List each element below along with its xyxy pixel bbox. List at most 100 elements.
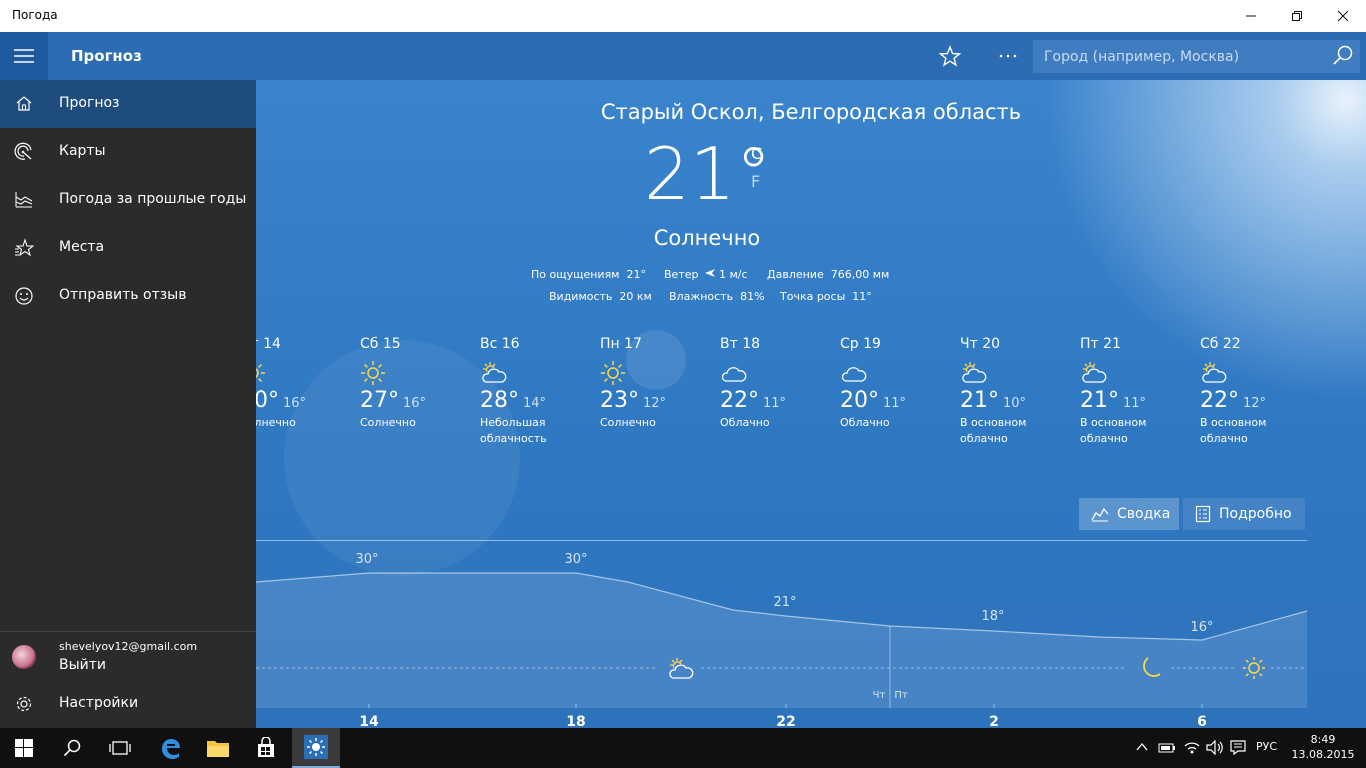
search-button[interactable] [48, 728, 96, 768]
action-center-icon[interactable] [1230, 740, 1246, 755]
nav-item-settings[interactable]: Настройки [0, 680, 256, 728]
location-name: Старый Оскол, Белгородская область [600, 100, 1022, 124]
sun-icon [601, 361, 625, 385]
visibility: Видимость 20 км [549, 290, 652, 303]
close-button[interactable] [1320, 0, 1366, 32]
chart-temp-label: 30° [564, 552, 587, 567]
nav-item-feedback[interactable]: Отправить отзыв [0, 272, 256, 320]
forecast-day[interactable]: Пт 21 21° 11° В основном облачно [1080, 336, 1190, 447]
cloud-icon [721, 367, 747, 382]
temperature-area [256, 573, 1307, 708]
forecast-day[interactable]: Сб 22 22° 12° В основном облачно [1200, 336, 1310, 447]
dew-point-value: 11° [852, 290, 872, 303]
forecast-day[interactable]: Вт 18 22° 11° Облачно [720, 336, 830, 431]
forecast-condition: В основном облачно [1200, 416, 1267, 445]
forecast-day[interactable]: Чт 20 21° 10° В основном облачно [960, 336, 1070, 447]
edge-taskbar-button[interactable] [146, 728, 194, 768]
page-title: Прогноз [71, 47, 142, 65]
hamburger-button[interactable] [0, 32, 48, 80]
chart-icon [1091, 507, 1109, 522]
feels-like-label: По ощущениям [531, 268, 620, 281]
forecast-condition: Небольшая облачность [480, 416, 547, 445]
minimize-icon [1246, 15, 1256, 17]
day-split-label: Пт [894, 690, 908, 701]
add-favorite-button[interactable] [930, 40, 970, 72]
restore-button[interactable] [1274, 0, 1320, 32]
humidity: Влажность 81% [669, 290, 765, 303]
unit-celsius[interactable]: C [751, 144, 762, 163]
sun-icon [361, 361, 385, 385]
forecast-high: 27° [360, 388, 399, 413]
more-icon [999, 54, 1017, 58]
feels-like: По ощущениям 21° [531, 268, 646, 281]
nav-item-forecast[interactable]: Прогноз [0, 80, 256, 128]
store-icon [258, 737, 274, 757]
forecast-high: 30° [256, 388, 279, 413]
pressure-value: 766,00 мм [830, 268, 890, 281]
forecast-high: 28° [480, 388, 519, 413]
search-icon[interactable] [1332, 45, 1354, 67]
forecast-day[interactable]: Вс 16 28° 14° Небольшая облачность [480, 336, 590, 447]
battery-icon[interactable] [1158, 741, 1176, 754]
forecast-high: 22° [720, 388, 759, 413]
chart-icon [15, 192, 33, 208]
forecast-condition: В основном облачно [1080, 416, 1147, 445]
time-label: 2 [989, 714, 999, 728]
chevron-up-icon[interactable] [1136, 742, 1148, 752]
clock[interactable]: 8:49 13.08.2015 [1290, 732, 1356, 762]
forecast-day[interactable]: Ср 19 20° 11° Облачно [840, 336, 950, 431]
smiley-icon [15, 287, 33, 305]
avatar[interactable] [12, 645, 36, 669]
forecast-high: 22° [1200, 388, 1239, 413]
forecast-day[interactable]: Пн 17 23° 12° Солнечно [600, 336, 710, 431]
task-view-button[interactable] [96, 728, 144, 768]
day-split-label: Чт [873, 690, 886, 701]
chart-temp-label: 21° [773, 595, 796, 610]
forecast-low: 10° [1003, 396, 1027, 411]
forecast-condition: Солнечно [256, 416, 296, 429]
sign-out-link[interactable]: Выйти [59, 657, 106, 673]
current-condition: Солнечно [653, 226, 761, 250]
minimize-button[interactable] [1228, 0, 1274, 32]
forecast-low: 16° [403, 396, 427, 411]
humidity-value: 81% [740, 290, 765, 303]
unit-fahrenheit[interactable]: F [751, 172, 760, 191]
time-label: 14 [359, 714, 379, 728]
forecast-day[interactable]: Пт 14 30° 16° Солнечно [256, 336, 350, 431]
wifi-icon[interactable] [1183, 740, 1201, 755]
gear-icon [16, 696, 32, 712]
explorer-taskbar-button[interactable] [194, 728, 242, 768]
nav-item-places[interactable]: Места [0, 224, 256, 272]
input-language[interactable]: РУС [1256, 740, 1277, 753]
detailed-tab[interactable]: Подробно [1183, 498, 1305, 530]
navigation-pane: Прогноз Карты Погода за прошлые годы Мес… [0, 80, 256, 728]
star-icon [938, 45, 962, 67]
clock-date: 13.08.2015 [1291, 748, 1355, 761]
more-options-button[interactable] [988, 40, 1028, 72]
weather-taskbar-button[interactable] [292, 728, 340, 768]
nav-label: Прогноз [59, 95, 120, 111]
volume-icon[interactable] [1206, 740, 1224, 755]
forecast-day-name: Ср 19 [840, 336, 881, 352]
weather-app-icon [304, 735, 328, 759]
search-input[interactable] [1033, 40, 1323, 73]
radar-icon [14, 142, 32, 160]
forecast-day[interactable]: Сб 15 27° 16° Солнечно [360, 336, 470, 431]
pressure-label: Давление [767, 268, 824, 281]
summary-tab[interactable]: Сводка [1079, 498, 1179, 530]
edge-icon [162, 739, 180, 759]
wind: Ветер 1 м/с [664, 268, 748, 281]
forecast-high: 20° [840, 388, 879, 413]
forecast-panel: Старый Оскол, Белгородская область 21° C… [256, 80, 1366, 728]
feels-like-value: 21° [626, 268, 646, 281]
taskbar: РУС 8:49 13.08.2015 [0, 728, 1366, 768]
start-button[interactable] [0, 728, 48, 768]
forecast-condition: Облачно [840, 416, 890, 429]
forecast-high: 21° [1080, 388, 1119, 413]
summary-tab-label: Сводка [1117, 506, 1171, 522]
store-taskbar-button[interactable] [242, 728, 290, 768]
visibility-value: 20 км [619, 290, 652, 303]
nav-item-historical[interactable]: Погода за прошлые годы [0, 176, 256, 224]
nav-item-maps[interactable]: Карты [0, 128, 256, 176]
hourly-chart: 30° 30° 21° 18° 16° Чт Пт 14 18 22 2 6 [256, 540, 1366, 728]
